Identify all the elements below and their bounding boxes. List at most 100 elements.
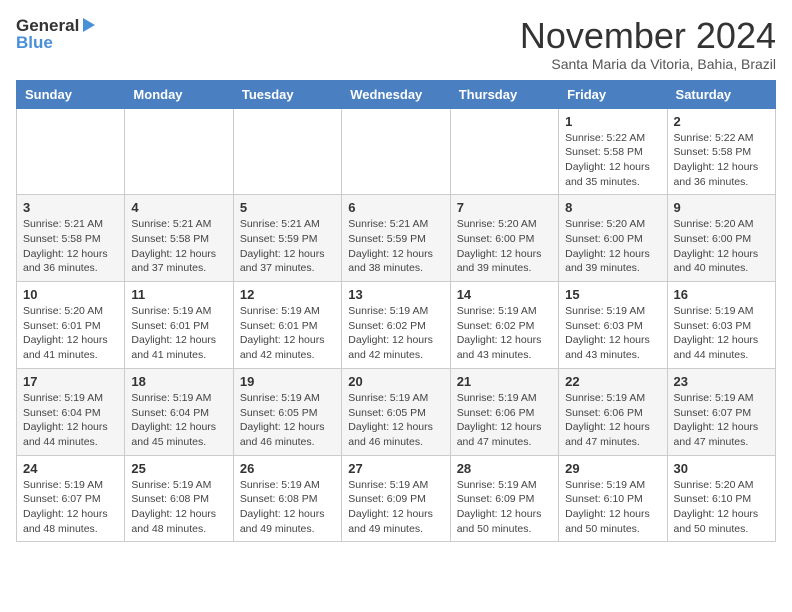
week-row-4: 17 Sunrise: 5:19 AM Sunset: 6:04 PM Dayli… xyxy=(17,368,776,455)
calendar-table: SundayMondayTuesdayWednesdayThursdayFrid… xyxy=(16,80,776,543)
day-number: 6 xyxy=(348,200,443,215)
cell-w5-d5: 28 Sunrise: 5:19 AM Sunset: 6:09 PM Dayli… xyxy=(450,455,558,542)
header-saturday: Saturday xyxy=(667,80,775,108)
day-info: Sunrise: 5:19 AM Sunset: 6:03 PM Dayligh… xyxy=(674,304,769,363)
cell-w1-d7: 2 Sunrise: 5:22 AM Sunset: 5:58 PM Daylig… xyxy=(667,108,775,195)
cell-w4-d7: 23 Sunrise: 5:19 AM Sunset: 6:07 PM Dayli… xyxy=(667,368,775,455)
weekday-header-row: SundayMondayTuesdayWednesdayThursdayFrid… xyxy=(17,80,776,108)
day-number: 9 xyxy=(674,200,769,215)
week-row-1: 1 Sunrise: 5:22 AM Sunset: 5:58 PM Daylig… xyxy=(17,108,776,195)
day-info: Sunrise: 5:19 AM Sunset: 6:01 PM Dayligh… xyxy=(240,304,335,363)
day-number: 21 xyxy=(457,374,552,389)
cell-w2-d6: 8 Sunrise: 5:20 AM Sunset: 6:00 PM Daylig… xyxy=(559,195,667,282)
day-info: Sunrise: 5:22 AM Sunset: 5:58 PM Dayligh… xyxy=(565,131,660,190)
week-row-2: 3 Sunrise: 5:21 AM Sunset: 5:58 PM Daylig… xyxy=(17,195,776,282)
location-subtitle: Santa Maria da Vitoria, Bahia, Brazil xyxy=(520,56,776,72)
header-tuesday: Tuesday xyxy=(233,80,341,108)
day-number: 13 xyxy=(348,287,443,302)
day-info: Sunrise: 5:19 AM Sunset: 6:06 PM Dayligh… xyxy=(565,391,660,450)
day-info: Sunrise: 5:19 AM Sunset: 6:08 PM Dayligh… xyxy=(240,478,335,537)
cell-w2-d7: 9 Sunrise: 5:20 AM Sunset: 6:00 PM Daylig… xyxy=(667,195,775,282)
cell-w4-d4: 20 Sunrise: 5:19 AM Sunset: 6:05 PM Dayli… xyxy=(342,368,450,455)
day-number: 1 xyxy=(565,114,660,129)
day-info: Sunrise: 5:20 AM Sunset: 6:00 PM Dayligh… xyxy=(565,217,660,276)
cell-w2-d1: 3Sunrise: 5:21 AM Sunset: 5:58 PM Daylig… xyxy=(17,195,125,282)
day-info: Sunrise: 5:19 AM Sunset: 6:10 PM Dayligh… xyxy=(565,478,660,537)
logo-general: General xyxy=(16,17,79,34)
cell-w5-d1: 24Sunrise: 5:19 AM Sunset: 6:07 PM Dayli… xyxy=(17,455,125,542)
day-number: 14 xyxy=(457,287,552,302)
day-info: Sunrise: 5:21 AM Sunset: 5:58 PM Dayligh… xyxy=(131,217,226,276)
day-number: 27 xyxy=(348,461,443,476)
day-info: Sunrise: 5:19 AM Sunset: 6:05 PM Dayligh… xyxy=(240,391,335,450)
header-monday: Monday xyxy=(125,80,233,108)
cell-w1-d5 xyxy=(450,108,558,195)
cell-w4-d6: 22 Sunrise: 5:19 AM Sunset: 6:06 PM Dayli… xyxy=(559,368,667,455)
day-number: 12 xyxy=(240,287,335,302)
day-info: Sunrise: 5:20 AM Sunset: 6:10 PM Dayligh… xyxy=(674,478,769,537)
day-number: 19 xyxy=(240,374,335,389)
cell-w4-d5: 21 Sunrise: 5:19 AM Sunset: 6:06 PM Dayli… xyxy=(450,368,558,455)
day-info: Sunrise: 5:19 AM Sunset: 6:02 PM Dayligh… xyxy=(457,304,552,363)
cell-w2-d4: 6 Sunrise: 5:21 AM Sunset: 5:59 PM Daylig… xyxy=(342,195,450,282)
month-title: November 2024 xyxy=(520,16,776,56)
day-info: Sunrise: 5:19 AM Sunset: 6:09 PM Dayligh… xyxy=(457,478,552,537)
day-info: Sunrise: 5:19 AM Sunset: 6:05 PM Dayligh… xyxy=(348,391,443,450)
cell-w3-d5: 14 Sunrise: 5:19 AM Sunset: 6:02 PM Dayli… xyxy=(450,282,558,369)
day-info: Sunrise: 5:20 AM Sunset: 6:01 PM Dayligh… xyxy=(23,304,118,363)
cell-w1-d6: 1 Sunrise: 5:22 AM Sunset: 5:58 PM Daylig… xyxy=(559,108,667,195)
day-info: Sunrise: 5:21 AM Sunset: 5:59 PM Dayligh… xyxy=(348,217,443,276)
cell-w3-d7: 16 Sunrise: 5:19 AM Sunset: 6:03 PM Dayli… xyxy=(667,282,775,369)
cell-w5-d3: 26 Sunrise: 5:19 AM Sunset: 6:08 PM Dayli… xyxy=(233,455,341,542)
cell-w1-d2 xyxy=(125,108,233,195)
day-info: Sunrise: 5:19 AM Sunset: 6:06 PM Dayligh… xyxy=(457,391,552,450)
day-number: 17 xyxy=(23,374,118,389)
day-number: 8 xyxy=(565,200,660,215)
cell-w2-d3: 5 Sunrise: 5:21 AM Sunset: 5:59 PM Daylig… xyxy=(233,195,341,282)
day-info: Sunrise: 5:19 AM Sunset: 6:09 PM Dayligh… xyxy=(348,478,443,537)
logo-triangle-icon xyxy=(79,16,97,34)
day-number: 28 xyxy=(457,461,552,476)
logo: General Blue xyxy=(16,16,97,51)
day-number: 11 xyxy=(131,287,226,302)
cell-w1-d3 xyxy=(233,108,341,195)
day-info: Sunrise: 5:19 AM Sunset: 6:04 PM Dayligh… xyxy=(23,391,118,450)
cell-w3-d6: 15 Sunrise: 5:19 AM Sunset: 6:03 PM Dayli… xyxy=(559,282,667,369)
cell-w3-d2: 11 Sunrise: 5:19 AM Sunset: 6:01 PM Dayli… xyxy=(125,282,233,369)
day-number: 3 xyxy=(23,200,118,215)
day-number: 18 xyxy=(131,374,226,389)
day-number: 23 xyxy=(674,374,769,389)
day-info: Sunrise: 5:20 AM Sunset: 6:00 PM Dayligh… xyxy=(674,217,769,276)
header-wednesday: Wednesday xyxy=(342,80,450,108)
day-number: 10 xyxy=(23,287,118,302)
day-number: 4 xyxy=(131,200,226,215)
day-number: 22 xyxy=(565,374,660,389)
cell-w5-d7: 30Sunrise: 5:20 AM Sunset: 6:10 PM Dayli… xyxy=(667,455,775,542)
week-row-5: 24Sunrise: 5:19 AM Sunset: 6:07 PM Dayli… xyxy=(17,455,776,542)
day-number: 5 xyxy=(240,200,335,215)
logo-blue: Blue xyxy=(16,34,97,51)
day-info: Sunrise: 5:19 AM Sunset: 6:08 PM Dayligh… xyxy=(131,478,226,537)
day-number: 25 xyxy=(131,461,226,476)
day-info: Sunrise: 5:19 AM Sunset: 6:01 PM Dayligh… xyxy=(131,304,226,363)
cell-w4-d1: 17 Sunrise: 5:19 AM Sunset: 6:04 PM Dayli… xyxy=(17,368,125,455)
header-sunday: Sunday xyxy=(17,80,125,108)
day-number: 26 xyxy=(240,461,335,476)
day-number: 15 xyxy=(565,287,660,302)
cell-w2-d5: 7Sunrise: 5:20 AM Sunset: 6:00 PM Daylig… xyxy=(450,195,558,282)
day-number: 20 xyxy=(348,374,443,389)
header-thursday: Thursday xyxy=(450,80,558,108)
cell-w5-d4: 27 Sunrise: 5:19 AM Sunset: 6:09 PM Dayli… xyxy=(342,455,450,542)
day-info: Sunrise: 5:19 AM Sunset: 6:07 PM Dayligh… xyxy=(674,391,769,450)
day-number: 2 xyxy=(674,114,769,129)
day-number: 29 xyxy=(565,461,660,476)
day-info: Sunrise: 5:21 AM Sunset: 5:59 PM Dayligh… xyxy=(240,217,335,276)
day-number: 16 xyxy=(674,287,769,302)
cell-w3-d1: 10 Sunrise: 5:20 AM Sunset: 6:01 PM Dayli… xyxy=(17,282,125,369)
cell-w5-d2: 25 Sunrise: 5:19 AM Sunset: 6:08 PM Dayli… xyxy=(125,455,233,542)
day-info: Sunrise: 5:19 AM Sunset: 6:02 PM Dayligh… xyxy=(348,304,443,363)
week-row-3: 10 Sunrise: 5:20 AM Sunset: 6:01 PM Dayli… xyxy=(17,282,776,369)
day-info: Sunrise: 5:22 AM Sunset: 5:58 PM Dayligh… xyxy=(674,131,769,190)
day-info: Sunrise: 5:19 AM Sunset: 6:03 PM Dayligh… xyxy=(565,304,660,363)
title-block: November 2024 Santa Maria da Vitoria, Ba… xyxy=(520,16,776,72)
